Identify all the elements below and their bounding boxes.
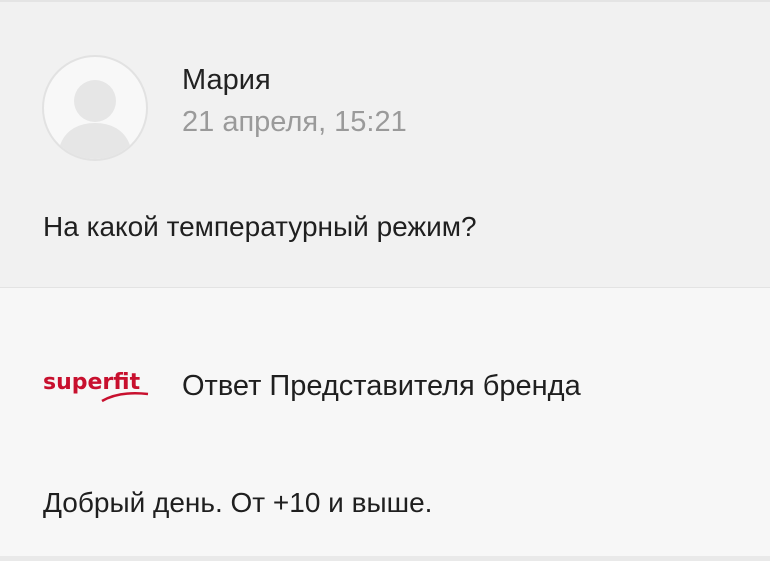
answer-text: Добрый день. От +10 и выше. (43, 487, 433, 518)
brand-logo: superfit (42, 363, 150, 409)
brand-representative-title: Ответ Представителя бренда (182, 370, 581, 402)
qa-thread: Мария 21 апреля, 15:21 На какой температ… (0, 0, 770, 561)
user-silhouette-icon (58, 80, 132, 159)
svg-text:superfit: superfit (43, 370, 141, 395)
question-text: На какой температурный режим? (43, 211, 477, 242)
avatar (42, 55, 148, 161)
superfit-logo: superfit (43, 370, 149, 403)
post-date: 21 апреля, 15:21 (182, 106, 407, 138)
author-name: Мария (182, 64, 271, 96)
question-card: Мария 21 апреля, 15:21 На какой температ… (0, 0, 770, 287)
divider (0, 556, 770, 561)
